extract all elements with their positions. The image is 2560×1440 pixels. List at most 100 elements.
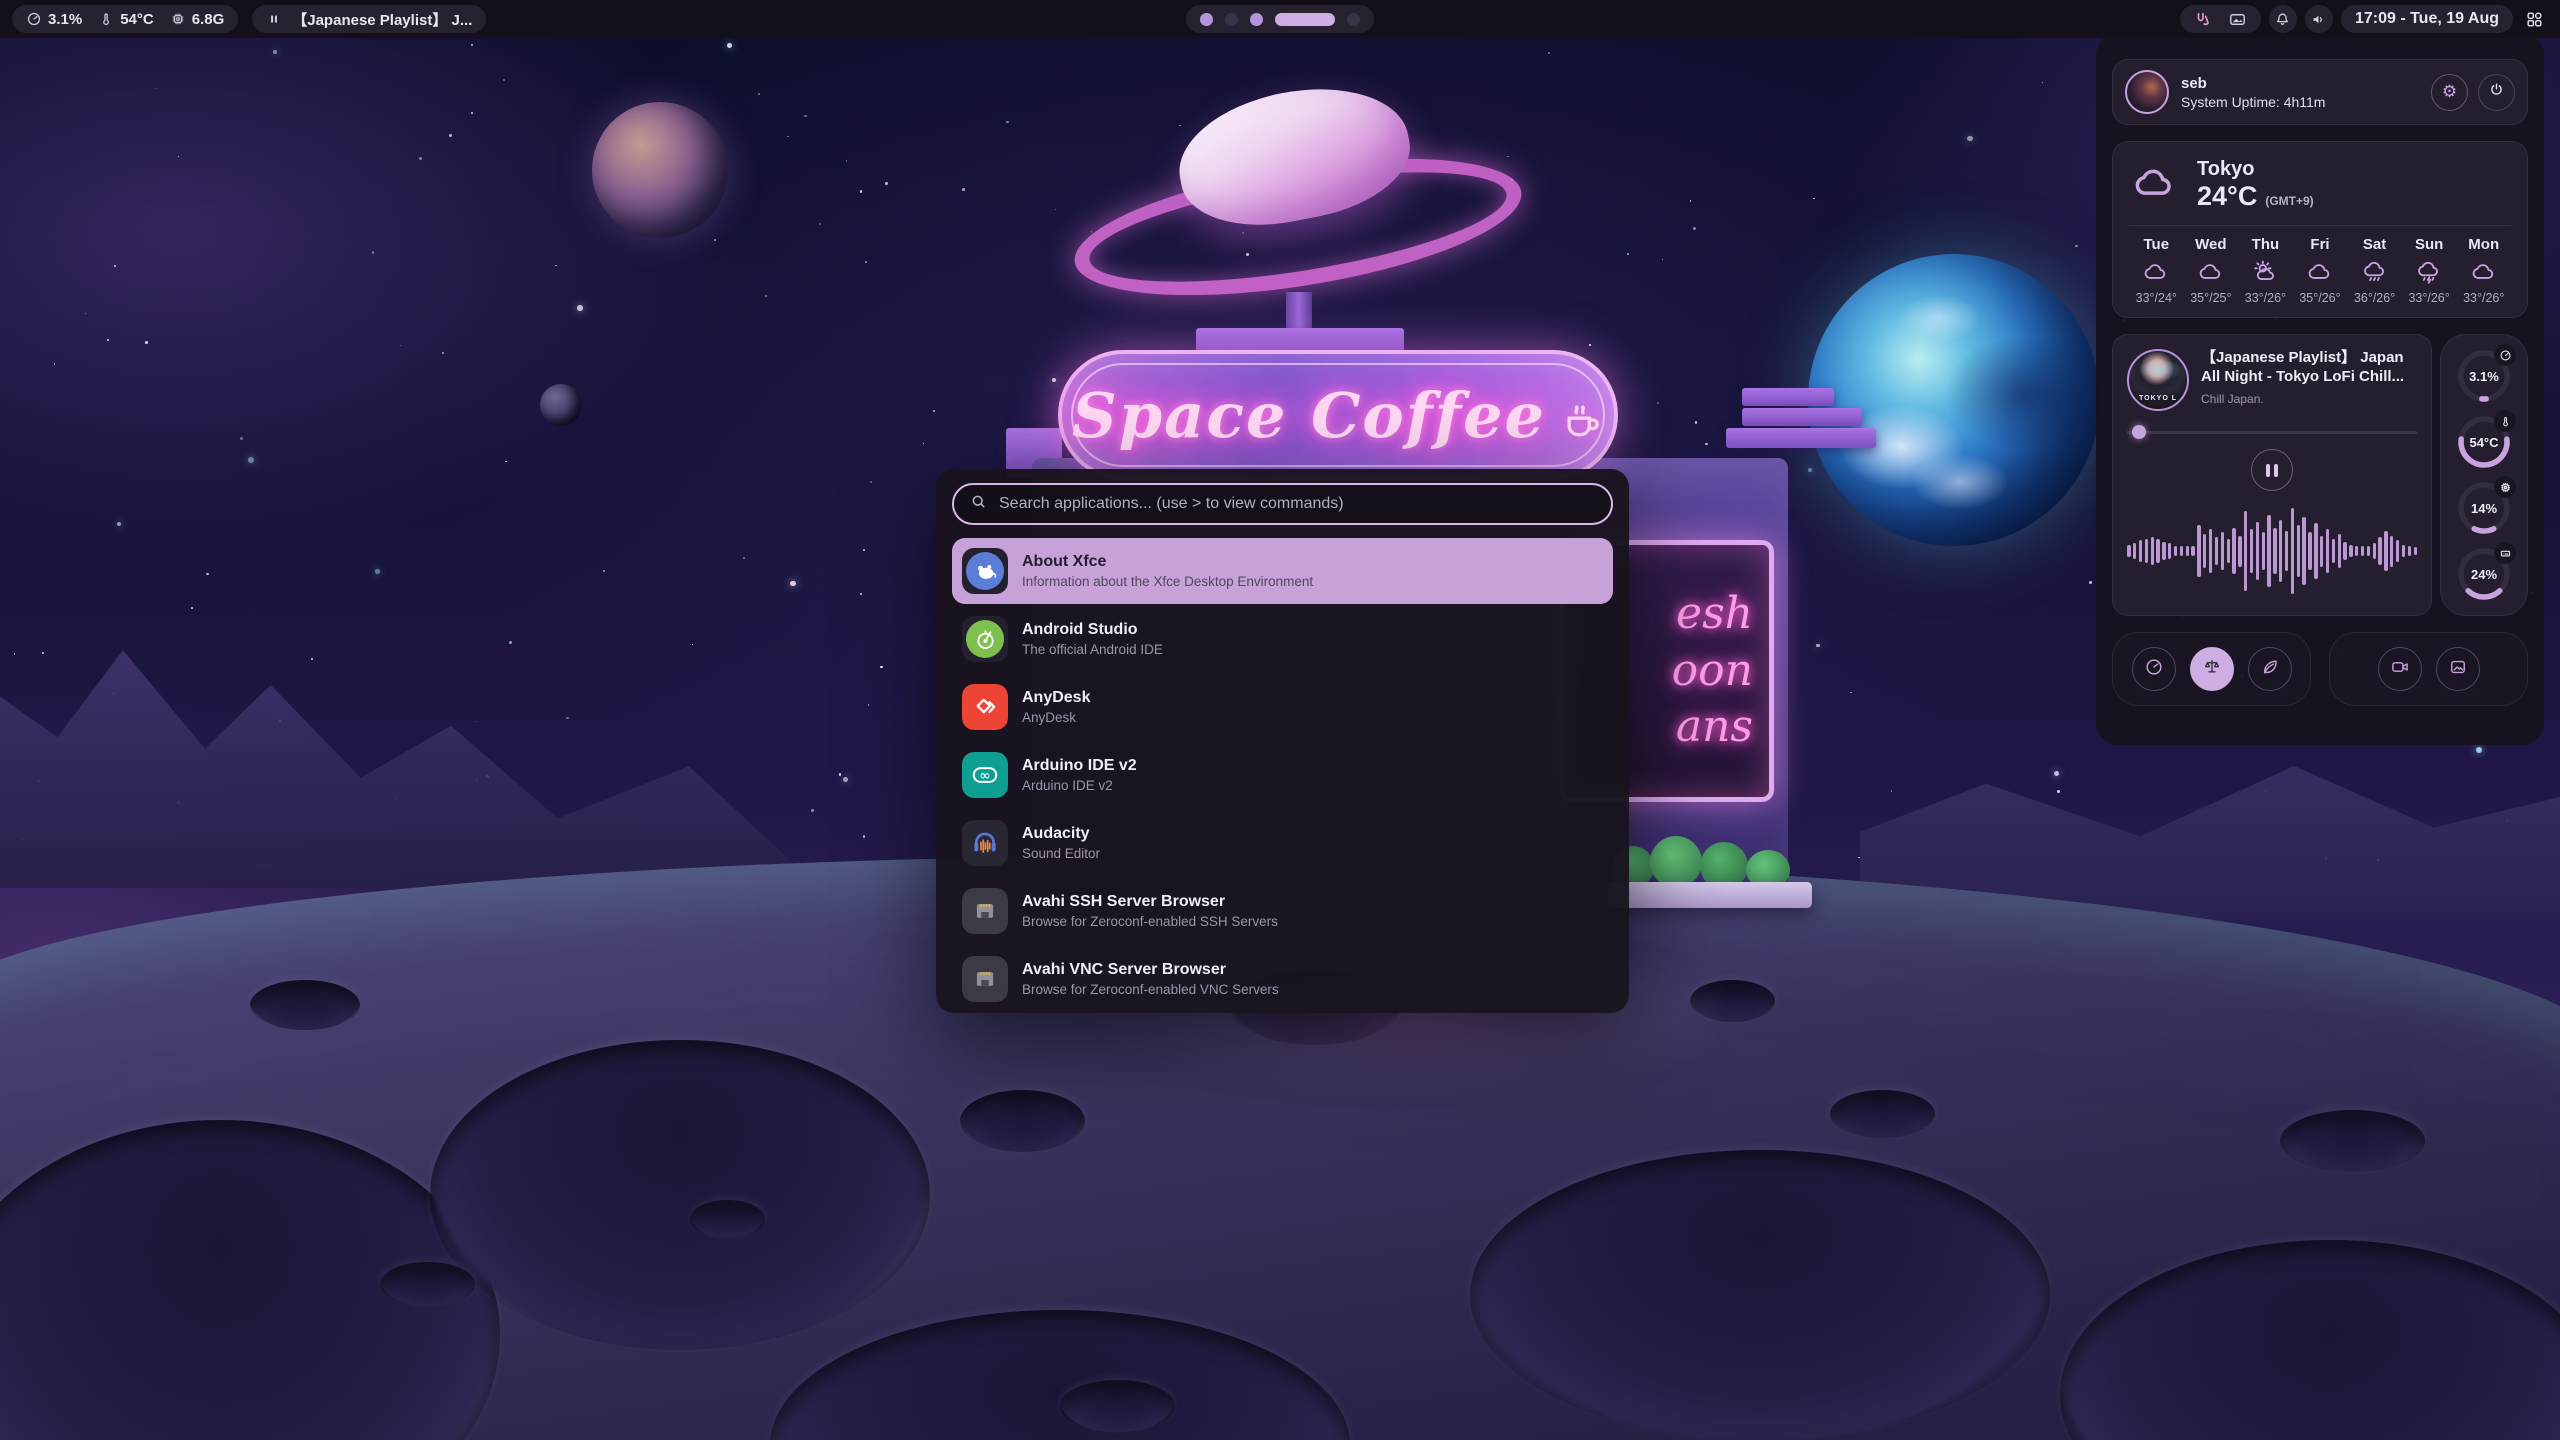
app-list-item[interactable]: AudacitySound Editor xyxy=(952,810,1613,876)
app-name: Audacity xyxy=(1022,825,1100,843)
app-description: AnyDesk xyxy=(1022,710,1090,725)
app-list-item[interactable]: Android Studio The official Android IDE xyxy=(952,606,1613,672)
forecast-temps: 35°/25° xyxy=(2190,291,2231,305)
roof-step xyxy=(1726,428,1876,448)
username: seb xyxy=(2181,75,2325,92)
network-app-icon xyxy=(962,888,1008,934)
sun-cloud-icon xyxy=(2252,259,2278,285)
progress-slider[interactable] xyxy=(2127,425,2417,439)
waveform-bar xyxy=(2250,529,2253,572)
app-list-item[interactable]: ∞Arduino IDE v2Arduino IDE v2 xyxy=(952,742,1613,808)
screen-record-button[interactable] xyxy=(2378,647,2422,691)
dashboard-panel: seb System Uptime: 4h11m ⚙ xyxy=(2096,33,2544,745)
screenshot-icon xyxy=(2448,657,2468,682)
leaf-icon xyxy=(2260,657,2280,682)
now-playing-pill[interactable]: 【Japanese Playlist】 J... xyxy=(252,5,486,33)
forecast-day-thu: Thu33°/26° xyxy=(2238,236,2293,305)
waveform-bar xyxy=(2191,546,2194,555)
waveform-bar xyxy=(2384,531,2387,571)
tray-app-icon[interactable] xyxy=(2194,10,2212,28)
waveform-bar xyxy=(2343,542,2346,561)
app-name: Arduino IDE v2 xyxy=(1022,757,1137,775)
workspace-switcher xyxy=(1186,5,1374,33)
app-name: Android Studio xyxy=(1022,621,1163,639)
waveform-bar xyxy=(2238,536,2241,567)
screenshot-tray-icon[interactable] xyxy=(2228,10,2247,29)
waveform-bar xyxy=(2221,532,2224,569)
workspace-dot-4-active[interactable] xyxy=(1275,13,1335,26)
system-stats-pill: 3.1% 54°C 6.8G xyxy=(12,5,238,33)
volume-button[interactable] xyxy=(2305,5,2333,33)
pause-button[interactable] xyxy=(2251,449,2293,491)
slider-track xyxy=(2127,431,2417,434)
speedometer-icon xyxy=(26,11,42,27)
weather-card: Tokyo 24°C (GMT+9) Tue33°/24°Wed35°/25°T… xyxy=(2112,141,2528,318)
audacity-app-icon xyxy=(962,820,1008,866)
xfce-app-icon xyxy=(962,548,1008,594)
screenshot-button[interactable] xyxy=(2436,647,2480,691)
rain-icon xyxy=(2362,259,2388,285)
waveform-bar xyxy=(2256,522,2259,581)
temperature-value: 54°C xyxy=(120,11,154,28)
cloud-icon xyxy=(2471,259,2497,285)
coffee-cup-icon xyxy=(1560,398,1604,438)
power-profile-scales-button[interactable] xyxy=(2190,647,2234,691)
workspace-dot-3[interactable] xyxy=(1250,13,1263,26)
waveform-bar xyxy=(2332,539,2335,564)
speedometer-icon xyxy=(2494,344,2516,366)
workspace-dot-1[interactable] xyxy=(1200,13,1213,26)
waveform-bar xyxy=(2156,539,2159,564)
waveform-bar xyxy=(2396,540,2399,562)
power-profile-speedometer-button[interactable] xyxy=(2132,647,2176,691)
waveform-bar xyxy=(2127,545,2130,557)
weather-forecast: Tue33°/24°Wed35°/25°Thu33°/26°Fri35°/26°… xyxy=(2129,236,2511,305)
cpu-gauge: 3.1% xyxy=(2455,347,2513,405)
chip-icon xyxy=(2494,476,2516,498)
workspace-dot-2[interactable] xyxy=(1225,13,1238,26)
waveform-bar xyxy=(2378,537,2381,565)
app-description: The official Android IDE xyxy=(1022,642,1163,657)
now-playing-label: 【Japanese Playlist】 J... xyxy=(292,9,472,30)
waveform-bar xyxy=(2326,529,2329,572)
app-grid-button[interactable] xyxy=(2521,10,2548,29)
waveform-bar xyxy=(2338,534,2341,568)
waveform-bar xyxy=(2215,537,2218,565)
forecast-day-sun: Sun33°/26° xyxy=(2402,236,2457,305)
forecast-temps: 33°/26° xyxy=(2463,291,2504,305)
waveform-bar xyxy=(2262,532,2265,569)
forecast-day-label: Sun xyxy=(2415,236,2443,253)
app-list-item[interactable]: Avahi SSH Server BrowserBrowse for Zeroc… xyxy=(952,878,1613,944)
notifications-button[interactable] xyxy=(2269,5,2297,33)
app-list-item[interactable]: Avahi VNC Server BrowserBrowse for Zeroc… xyxy=(952,946,1613,1012)
waveform-bar xyxy=(2402,545,2405,557)
system-gauges: 3.1% 54°C 14% 24% xyxy=(2440,334,2528,616)
track-artist: Chill Japan. xyxy=(2201,392,2417,406)
album-art-label: TOKYO L xyxy=(2129,395,2187,402)
app-list-item-selected[interactable]: About XfceInformation about the Xfce Des… xyxy=(952,538,1613,604)
slider-knob[interactable] xyxy=(2132,425,2146,439)
neon-sign: Space Coffee xyxy=(1058,350,1618,480)
clock[interactable]: 17:09 - Tue, 19 Aug xyxy=(2341,5,2513,33)
app-list: About XfceInformation about the Xfce Des… xyxy=(952,538,1613,1012)
waveform-bar xyxy=(2139,540,2142,562)
weather-temperature: 24°C xyxy=(2197,181,2257,212)
power-profile-leaf-button[interactable] xyxy=(2248,647,2292,691)
avatar xyxy=(2125,70,2169,114)
waveform-bar xyxy=(2361,546,2364,555)
power-button[interactable] xyxy=(2478,74,2515,111)
settings-button[interactable]: ⚙ xyxy=(2431,74,2468,111)
roof-step xyxy=(1742,388,1834,406)
roof-step xyxy=(1742,408,1862,426)
app-description: Arduino IDE v2 xyxy=(1022,778,1137,793)
search-input[interactable] xyxy=(999,495,1596,513)
forecast-temps: 33°/26° xyxy=(2245,291,2286,305)
app-list-item[interactable]: AnyDeskAnyDesk xyxy=(952,674,1613,740)
search-icon xyxy=(969,492,988,516)
workspace-dot-5[interactable] xyxy=(1347,13,1360,26)
weather-city: Tokyo xyxy=(2197,158,2314,181)
track-title: 【Japanese Playlist】 Japan All Night - To… xyxy=(2201,349,2417,387)
waveform-bar xyxy=(2285,531,2288,571)
disk-icon xyxy=(2494,542,2516,564)
search-box[interactable] xyxy=(952,483,1613,525)
system-uptime: System Uptime: 4h11m xyxy=(2181,94,2325,110)
